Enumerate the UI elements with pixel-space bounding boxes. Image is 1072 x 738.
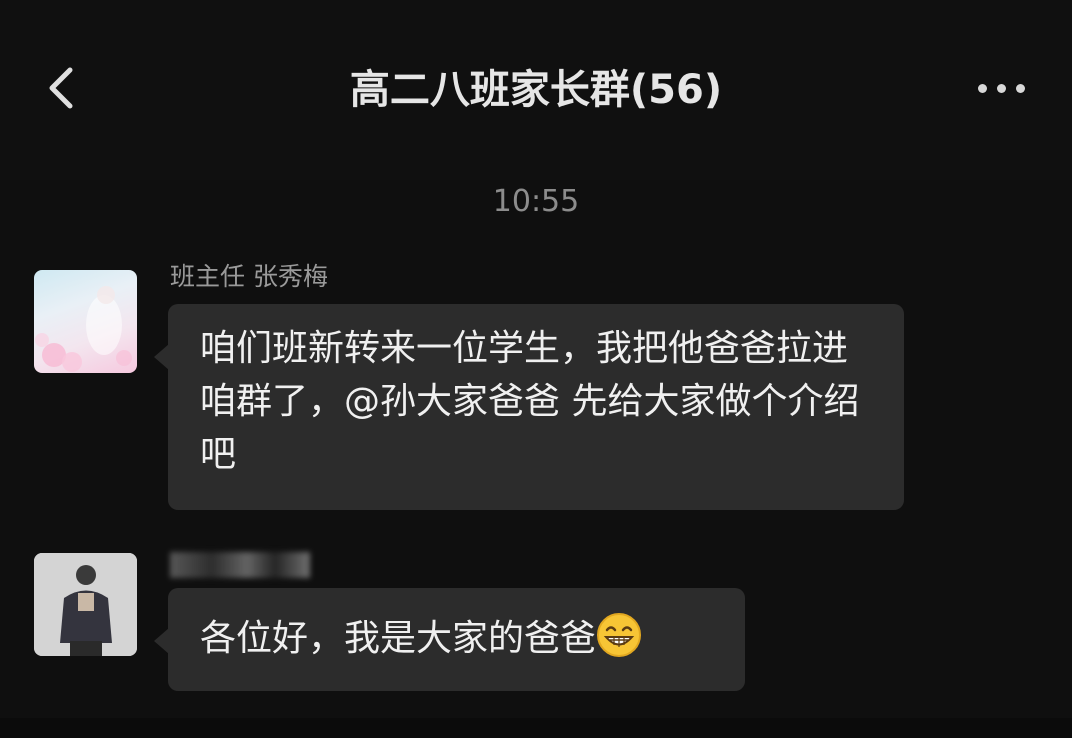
chat-screen: 高二八班家长群(56) 10:55 班主任 张秀梅 咱们班新转来一位学生，我把他… <box>0 0 1072 738</box>
message-bubble[interactable]: 咱们班新转来一位学生，我把他爸爸拉进咱群了，@孙大家爸爸 先给大家做个介绍吧 <box>154 304 904 510</box>
sender-name-blurred <box>170 552 310 578</box>
message-text: 各位好，我是大家的爸爸 <box>200 618 597 659</box>
chat-title: 高二八班家长群(56) <box>349 67 723 113</box>
header-bar: 高二八班家长群(56) <box>0 0 1072 180</box>
bottom-edge <box>0 718 1072 738</box>
avatar-image <box>34 553 137 656</box>
message-text: 咱们班新转来一位学生，我把他爸爸拉进咱群了，@孙大家爸爸 先给大家做个介绍吧 <box>200 328 860 475</box>
avatar[interactable] <box>34 553 137 656</box>
message-bubble[interactable]: 各位好，我是大家的爸爸 <box>154 588 745 691</box>
avatar-image <box>35 286 132 372</box>
more-options-button[interactable] <box>976 78 1028 100</box>
sender-name: 班主任 张秀梅 <box>170 262 328 291</box>
avatar[interactable] <box>34 270 137 373</box>
grinning-face-icon <box>597 613 642 657</box>
message-timestamp: 10:55 <box>492 184 580 219</box>
